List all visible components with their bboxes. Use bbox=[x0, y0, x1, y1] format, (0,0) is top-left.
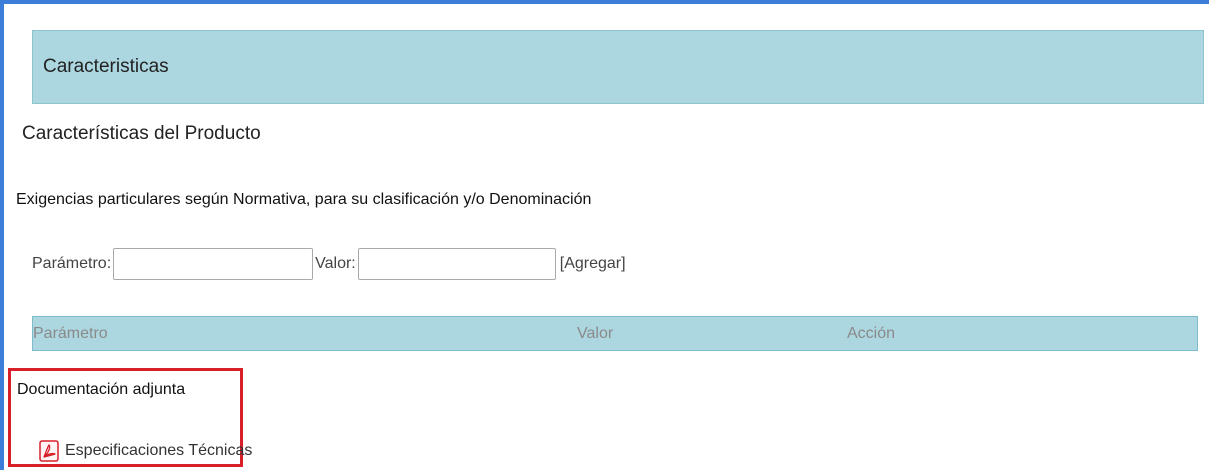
valor-label: Valor: bbox=[315, 255, 356, 272]
pdf-icon bbox=[39, 440, 59, 462]
param-label: Parámetro: bbox=[32, 255, 112, 272]
column-header-accion: Acción bbox=[847, 325, 896, 342]
add-button[interactable]: [Agregar] bbox=[560, 255, 626, 273]
section-title: Caracteristicas bbox=[43, 56, 169, 77]
document-link-label: Especificaciones Técnicas bbox=[65, 442, 253, 459]
valor-input[interactable] bbox=[357, 248, 556, 280]
parameter-form: Parámetro: Valor: [Agregar] bbox=[32, 246, 626, 282]
document-link-especificaciones[interactable]: Especificaciones Técnicas bbox=[39, 440, 252, 462]
attached-documents-title: Documentación adjunta bbox=[17, 381, 186, 398]
attached-documents-box: Documentación adjunta Especificaciones T… bbox=[8, 368, 252, 467]
column-header-parametro: Parámetro bbox=[33, 325, 108, 342]
parameters-table-header: Parámetro Valor Acción bbox=[32, 316, 1198, 351]
product-characteristics-title: Características del Producto bbox=[22, 123, 261, 144]
requirements-text: Exigencias particulares según Normativa,… bbox=[16, 191, 592, 208]
column-header-valor: Valor bbox=[577, 325, 614, 342]
param-input[interactable] bbox=[113, 248, 314, 280]
section-header: Caracteristicas bbox=[32, 30, 1204, 104]
